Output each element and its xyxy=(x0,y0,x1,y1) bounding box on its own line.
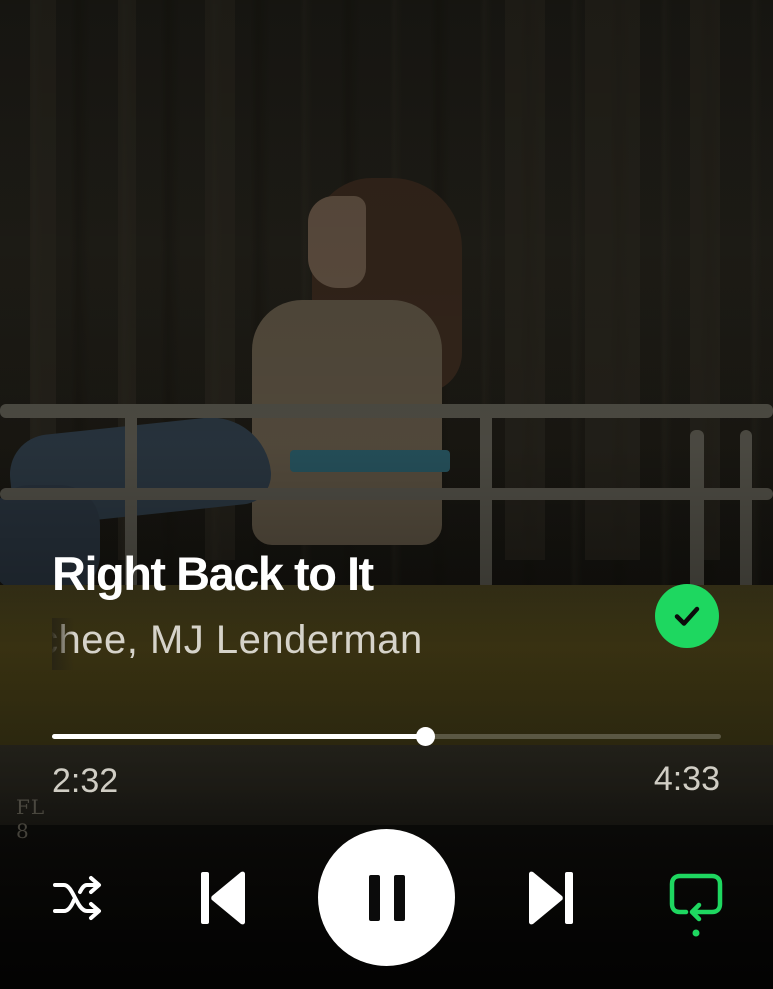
progress-bar[interactable] xyxy=(52,727,721,746)
smart-shuffle-repeat-icon xyxy=(669,873,723,937)
progress-fill xyxy=(52,734,425,739)
total-time: 4:33 xyxy=(653,760,720,798)
repeat-button[interactable] xyxy=(660,866,732,942)
pause-icon xyxy=(368,874,405,921)
track-title[interactable]: Right Back to It xyxy=(52,546,374,601)
marquee-fade xyxy=(52,618,74,670)
saved-to-library-button[interactable] xyxy=(655,584,719,648)
previous-track-button[interactable] xyxy=(190,862,258,934)
check-icon xyxy=(674,606,700,626)
next-track-button[interactable] xyxy=(516,862,584,934)
track-artist[interactable]: chee, MJ Lenderman xyxy=(52,618,423,663)
track-artist-marquee[interactable]: chee, MJ Lenderman xyxy=(52,618,612,670)
skip-previous-icon xyxy=(201,871,245,925)
pause-button[interactable] xyxy=(318,829,455,966)
progress-scrubber-handle[interactable] xyxy=(415,727,435,746)
elapsed-time: 2:32 xyxy=(52,762,119,800)
shuffle-button[interactable] xyxy=(46,870,110,926)
skip-next-icon xyxy=(529,871,573,925)
now-playing-screen: FL8 Right Back to It chee, MJ Lenderman … xyxy=(0,0,773,989)
shuffle-icon xyxy=(53,876,101,920)
